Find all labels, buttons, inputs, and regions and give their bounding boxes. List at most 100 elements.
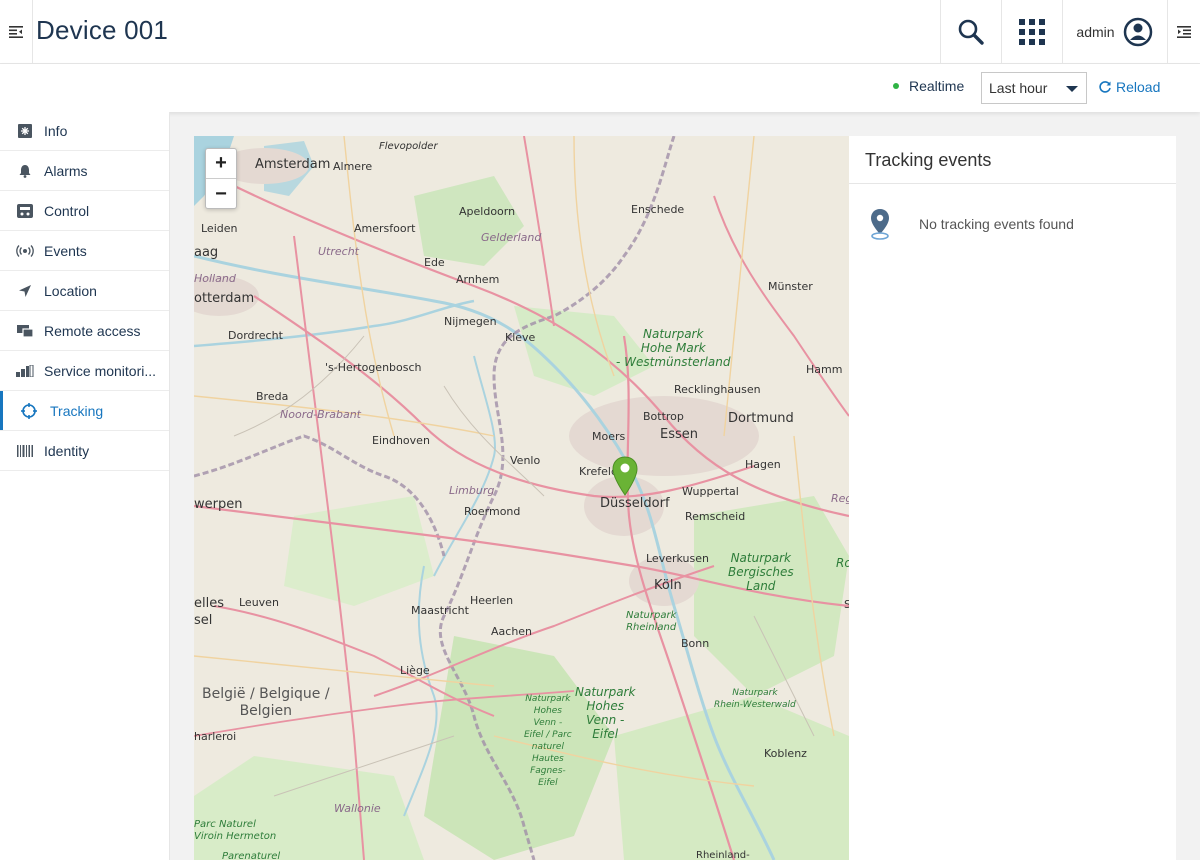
refresh-icon bbox=[1099, 81, 1111, 93]
map-label: harleroi bbox=[194, 730, 237, 743]
empty-state: No tracking events found bbox=[849, 184, 1176, 240]
zoom-out-button[interactable]: − bbox=[206, 179, 236, 209]
sidebar-item-alarms[interactable]: Alarms bbox=[0, 151, 169, 191]
chevron-down-icon bbox=[1066, 86, 1078, 92]
map-label: Remscheid bbox=[685, 510, 746, 523]
map-label: Heerlen bbox=[470, 594, 514, 607]
map-label: Apeldoorn bbox=[459, 205, 516, 218]
sidebar-item-tracking[interactable]: Tracking bbox=[0, 391, 169, 431]
sidebar-item-info[interactable]: Info bbox=[0, 112, 169, 151]
map-label: Naturpark Bergisches Land bbox=[728, 551, 794, 593]
zoom-control: + − bbox=[205, 148, 237, 209]
map-label: Liège bbox=[400, 664, 430, 677]
action-bar: Realtime Last hour Reload bbox=[0, 64, 1200, 112]
realtime-status-icon bbox=[893, 83, 899, 89]
map-marker-icon[interactable] bbox=[612, 456, 638, 496]
map-label: Naturpark Hohes Venn - Eifel bbox=[575, 685, 636, 741]
map-label: Münster bbox=[768, 280, 813, 293]
barcode-icon bbox=[16, 442, 34, 460]
map-label: Leiden bbox=[201, 222, 238, 235]
menu-toggle-icon[interactable] bbox=[0, 0, 33, 64]
panel-title: Tracking events bbox=[849, 136, 1176, 184]
map-label: Eindhoven bbox=[372, 434, 430, 447]
map-label: Naturpark Rheinland bbox=[626, 610, 677, 633]
map-label: Wallonie bbox=[334, 802, 381, 815]
empty-message: No tracking events found bbox=[919, 216, 1074, 232]
map-label: Ro bbox=[836, 556, 849, 570]
grid-icon bbox=[1019, 19, 1045, 45]
map-tiles bbox=[194, 136, 849, 860]
app-switcher-button[interactable] bbox=[1001, 0, 1062, 64]
user-name: admin bbox=[1076, 24, 1115, 40]
control-icon bbox=[16, 202, 34, 220]
map-label: Wuppertal bbox=[682, 485, 739, 498]
map-label: Amsterdam bbox=[255, 157, 331, 172]
realtime-toggle[interactable]: Realtime bbox=[893, 78, 964, 94]
map-label: Naturpark Rhein-Westerwald bbox=[714, 688, 796, 710]
map-label: Leverkusen bbox=[646, 552, 709, 565]
map-label: 's-Hertogenbosch bbox=[325, 361, 422, 374]
signal-bars-icon bbox=[16, 362, 34, 380]
reload-label: Reload bbox=[1116, 79, 1161, 95]
sidebar-item-label: Events bbox=[44, 242, 87, 259]
crosshair-icon bbox=[20, 402, 38, 420]
map-label: Moers bbox=[592, 430, 626, 443]
map-label: werpen bbox=[194, 497, 243, 512]
sidebar-item-label: Alarms bbox=[44, 162, 88, 179]
map-label: Naturpark Hohe Mark - Westmünsterland bbox=[616, 327, 731, 369]
search-icon bbox=[958, 19, 984, 45]
map-label: Kleve bbox=[505, 331, 536, 344]
map-label: Hagen bbox=[745, 458, 781, 471]
map-label: Parenaturel bbox=[222, 851, 281, 860]
map-label: Bottrop bbox=[643, 410, 684, 423]
map-label: Reg bbox=[831, 492, 849, 505]
search-button[interactable] bbox=[940, 0, 1001, 64]
location-arrow-icon bbox=[16, 282, 34, 300]
map-view[interactable]: + − Amsterdam Almere Flevopolder Ensched… bbox=[194, 136, 849, 860]
realtime-label: Realtime bbox=[909, 78, 965, 94]
map-label: Maastricht bbox=[411, 604, 469, 617]
map-label: Enschede bbox=[631, 203, 685, 216]
user-menu-button[interactable]: admin bbox=[1062, 0, 1166, 64]
map-label: Aachen bbox=[491, 625, 533, 638]
map-label: België / Belgique / Belgien bbox=[202, 686, 330, 719]
map-label: Ede bbox=[424, 256, 445, 269]
sidebar-item-label: Identity bbox=[44, 442, 90, 459]
broadcast-icon bbox=[16, 242, 34, 260]
sidebar-item-label: Tracking bbox=[50, 402, 104, 419]
sidebar-item-events[interactable]: Events bbox=[0, 231, 169, 271]
tracking-events-panel: Tracking events No tracking events found bbox=[849, 136, 1176, 860]
remote-access-icon bbox=[16, 322, 34, 340]
sidebar-item-label: Location bbox=[44, 282, 97, 299]
map-label: Utrecht bbox=[318, 245, 359, 258]
map-label: Köln bbox=[654, 578, 682, 593]
map-label: Recklinghausen bbox=[674, 383, 761, 396]
map-label: Arnhem bbox=[456, 273, 500, 286]
top-bar: Device 001 admin bbox=[0, 0, 1200, 64]
bell-icon bbox=[16, 162, 34, 180]
sidebar-item-control[interactable]: Control bbox=[0, 191, 169, 231]
map-label: Bonn bbox=[681, 637, 710, 650]
time-range-select[interactable]: Last hour bbox=[981, 72, 1087, 104]
map-label: Parc Naturel Viroin Hermeton bbox=[194, 819, 277, 842]
sidebar-item-remote-access[interactable]: Remote access bbox=[0, 311, 169, 351]
map-label: Almere bbox=[333, 160, 373, 173]
zoom-in-button[interactable]: + bbox=[206, 149, 236, 179]
location-pin-icon bbox=[871, 209, 889, 240]
map-label: Limburg bbox=[449, 484, 495, 497]
map-label: Koblenz bbox=[764, 747, 807, 760]
map-label: Düsseldorf bbox=[600, 496, 670, 511]
map-label: Rheinland- bbox=[696, 850, 750, 860]
reload-button[interactable]: Reload bbox=[1098, 79, 1160, 95]
map-label: aag bbox=[194, 245, 219, 260]
sidebar-item-service-monitoring[interactable]: Service monitori... bbox=[0, 351, 169, 391]
map-label: Nijmegen bbox=[444, 315, 497, 328]
sidebar-item-label: Service monitori... bbox=[44, 362, 157, 379]
map-label: Venlo bbox=[510, 454, 541, 467]
info-icon bbox=[16, 122, 34, 140]
map-label: Roermond bbox=[464, 505, 521, 518]
sidebar-item-identity[interactable]: Identity bbox=[0, 431, 169, 471]
right-drawer-toggle-icon[interactable] bbox=[1167, 0, 1200, 64]
map-label: Hamm bbox=[806, 363, 843, 376]
sidebar-item-location[interactable]: Location bbox=[0, 271, 169, 311]
